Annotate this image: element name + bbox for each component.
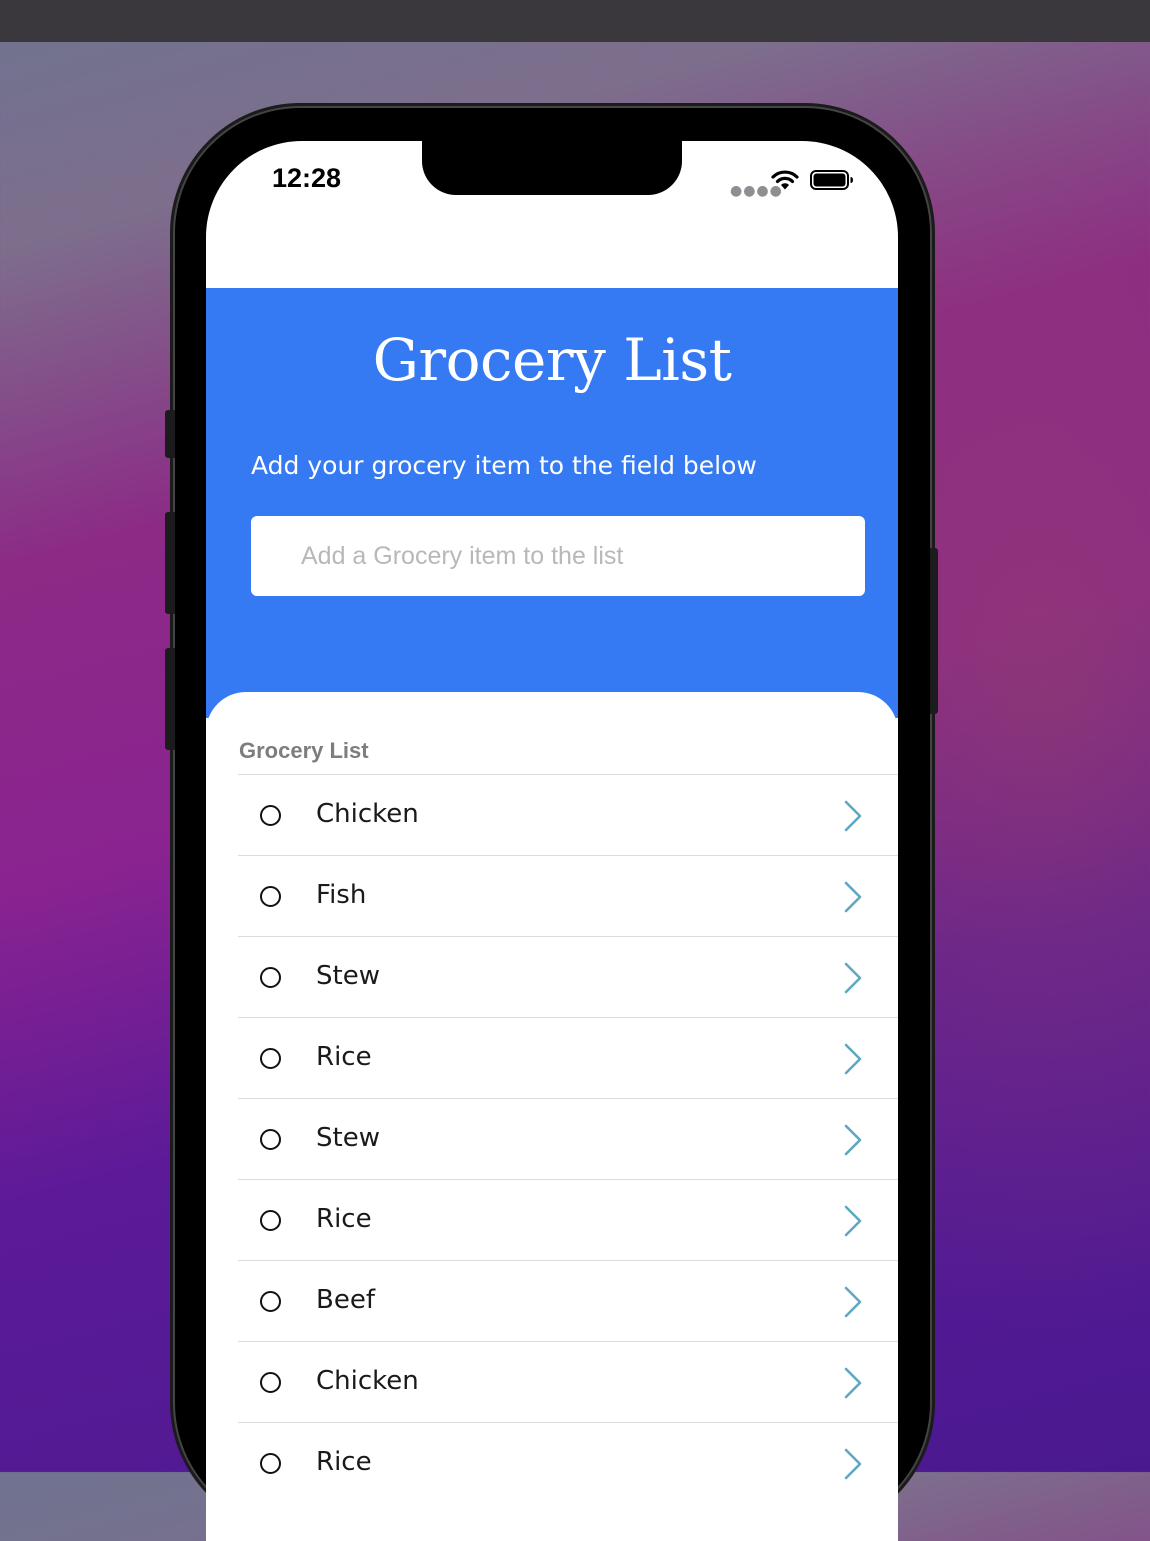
chevron-right-icon[interactable] [842,1366,864,1400]
list-item[interactable]: Chicken [238,774,898,855]
volume-down-button [165,648,175,750]
chevron-right-icon[interactable] [842,1447,864,1481]
volume-up-button [165,512,175,614]
circle-outline-icon[interactable] [260,1048,281,1069]
circle-outline-icon[interactable] [260,1453,281,1474]
grocery-item-input[interactable] [251,516,865,596]
list-item[interactable]: Stew [238,1098,898,1179]
list-item-label: Rice [316,1042,372,1072]
list-panel: Grocery List Chicken Fish Stew Rice Stew Rice… [206,692,898,1541]
chevron-right-icon[interactable] [842,1204,864,1238]
circle-outline-icon[interactable] [260,1129,281,1150]
circle-outline-icon[interactable] [260,1210,281,1231]
list-item[interactable]: Beef [238,1260,898,1341]
chevron-right-icon[interactable] [842,1042,864,1076]
chevron-right-icon[interactable] [842,799,864,833]
list-item-label: Rice [316,1204,372,1234]
circle-outline-icon[interactable] [260,886,281,907]
list-item[interactable]: Chicken [238,1341,898,1422]
list-section-title: Grocery List [239,738,369,763]
phone-screen: 12:28 ●●●● Grocery List Add your grocery… [206,141,898,1541]
grocery-list: Chicken Fish Stew Rice Stew Rice Beef Chicken Ri… [238,774,898,1503]
power-button [930,548,938,714]
circle-outline-icon[interactable] [260,805,281,826]
status-time: 12:28 [272,163,342,193]
chevron-right-icon[interactable] [842,880,864,914]
window-top-bar [0,0,1150,42]
list-item-label: Chicken [316,799,419,829]
circle-outline-icon[interactable] [260,967,281,988]
list-item-label: Rice [316,1447,372,1477]
circle-outline-icon[interactable] [260,1291,281,1312]
chevron-right-icon[interactable] [842,961,864,995]
list-item-label: Fish [316,880,367,910]
notch [422,141,682,195]
list-item[interactable]: Rice [238,1017,898,1098]
silent-switch [165,410,175,458]
list-item[interactable]: Fish [238,855,898,936]
list-item[interactable]: Stew [238,936,898,1017]
list-item[interactable]: Rice [238,1179,898,1260]
list-item-label: Chicken [316,1366,419,1396]
list-item-label: Beef [316,1285,375,1315]
circle-outline-icon[interactable] [260,1372,281,1393]
list-item[interactable]: Rice [238,1422,898,1503]
battery-icon [810,170,853,190]
list-item-label: Stew [316,961,380,991]
chevron-right-icon[interactable] [842,1285,864,1319]
wifi-icon [771,170,799,190]
page-title: Grocery List [372,326,732,394]
chevron-right-icon[interactable] [842,1123,864,1157]
header: Grocery List Add your grocery item to th… [206,288,898,718]
list-item-label: Stew [316,1123,380,1153]
page-subtitle: Add your grocery item to the field below [251,451,757,480]
